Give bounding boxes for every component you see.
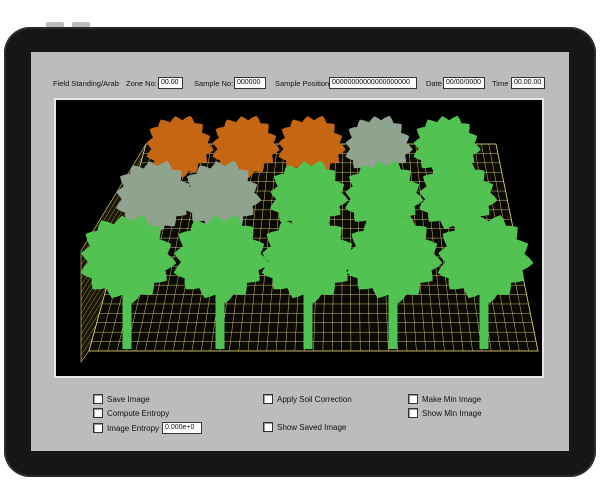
time-label: Time xyxy=(492,79,509,88)
show-min-image-option[interactable]: Show Min Image xyxy=(408,408,482,420)
image-entropy-checkbox[interactable] xyxy=(93,423,103,433)
apply-soil-correction-checkbox[interactable] xyxy=(263,394,273,404)
save-image-checkbox[interactable] xyxy=(93,394,103,404)
date-field[interactable]: 00/00/0000 xyxy=(443,77,485,89)
show-saved-image-checkbox[interactable] xyxy=(263,422,273,432)
save-image-option[interactable]: Save Image xyxy=(93,394,150,406)
field-scene xyxy=(80,115,539,363)
date-label: Date xyxy=(426,79,442,88)
zone-number-field[interactable]: 00.00 xyxy=(158,77,183,89)
show-saved-image-label: Show Saved Image xyxy=(277,422,347,432)
apply-soil-correction-option[interactable]: Apply Soil Correction xyxy=(263,394,352,406)
sample-position-field[interactable]: 00000000000000000000 xyxy=(329,77,417,89)
compute-entropy-checkbox[interactable] xyxy=(93,408,103,418)
compute-entropy-option[interactable]: Compute Entropy xyxy=(93,408,169,420)
image-entropy-option[interactable]: Image Entropy 0.000e+0 xyxy=(93,422,203,434)
save-image-label: Save Image xyxy=(107,394,150,404)
compute-entropy-label: Compute Entropy xyxy=(107,408,170,418)
field-3d-viewport[interactable] xyxy=(54,98,544,378)
sample-info-bar: Field Standing/Arab Zone No: 00.00 Sampl… xyxy=(31,76,569,92)
image-entropy-value: 0.000e+0 xyxy=(162,422,203,434)
sample-label: Sample No: xyxy=(194,79,234,88)
app-screen: Field Standing/Arab Zone No: 00.00 Sampl… xyxy=(31,52,569,451)
make-min-image-checkbox[interactable] xyxy=(408,394,418,404)
make-min-image-label: Make Min Image xyxy=(422,394,482,404)
make-min-image-option[interactable]: Make Min Image xyxy=(408,394,481,406)
zone-label: Zone No: xyxy=(126,79,157,88)
sample-position-label: Sample Position xyxy=(275,79,330,88)
show-saved-image-option[interactable]: Show Saved Image xyxy=(263,422,346,434)
time-field[interactable]: 00.00.00 xyxy=(511,77,545,89)
sample-number-field[interactable]: 000000 xyxy=(234,77,266,89)
options-panel: Save Image Compute Entropy Image Entropy… xyxy=(31,390,569,440)
image-entropy-label: Image Entropy xyxy=(107,423,160,433)
show-min-image-label: Show Min Image xyxy=(422,408,482,418)
show-min-image-checkbox[interactable] xyxy=(408,408,418,418)
field-label: Field Standing/Arab xyxy=(53,79,119,88)
apply-soil-correction-label: Apply Soil Correction xyxy=(277,394,352,404)
